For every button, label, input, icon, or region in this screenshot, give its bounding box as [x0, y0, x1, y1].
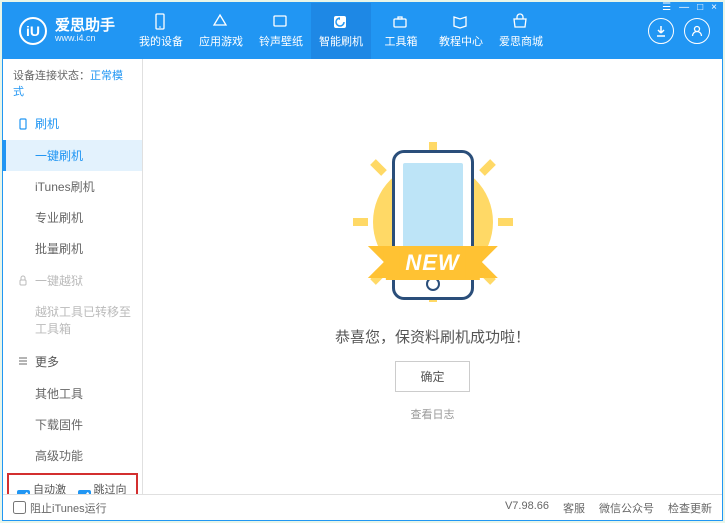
new-ribbon: NEW: [385, 246, 479, 280]
wechat-link[interactable]: 微信公众号: [599, 500, 654, 516]
main-content: NEW 恭喜您，保资料刷机成功啦！ 确定 查看日志: [143, 59, 722, 494]
jailbreak-note: 越狱工具已转移至工具箱: [3, 297, 142, 345]
phone-icon: [17, 118, 29, 130]
sidebar-item-advanced[interactable]: 高级功能: [3, 440, 142, 471]
sidebar-item-batch[interactable]: 批量刷机: [3, 233, 142, 264]
nav-tutorials[interactable]: 教程中心: [431, 3, 491, 59]
menu-icon: [17, 355, 29, 367]
nav-toolbox[interactable]: 工具箱: [371, 3, 431, 59]
nav-ringtones[interactable]: 铃声壁纸: [251, 3, 311, 59]
header: ☰ — □ × iU 爱思助手 www.i4.cn 我的设备 应用游戏 铃声壁纸…: [3, 3, 722, 59]
success-message: 恭喜您，保资料刷机成功啦！: [335, 326, 530, 347]
maximize-icon[interactable]: □: [697, 2, 703, 13]
logo-icon: iU: [19, 17, 47, 45]
ok-button[interactable]: 确定: [395, 361, 469, 392]
update-link[interactable]: 检查更新: [668, 500, 712, 516]
sidebar-item-pro[interactable]: 专业刷机: [3, 202, 142, 233]
app-name: 爱思助手: [55, 18, 115, 35]
main-nav: 我的设备 应用游戏 铃声壁纸 智能刷机 工具箱 教程中心 爱思商城: [131, 3, 636, 59]
window-controls: ☰ — □ ×: [662, 2, 717, 13]
nav-store[interactable]: 爱思商城: [491, 3, 551, 59]
apps-icon: [211, 13, 231, 31]
option-checkboxes: 自动激活 跳过向导: [7, 473, 138, 494]
toolbox-icon: [391, 13, 411, 31]
user-button[interactable]: [684, 18, 710, 44]
version-label: V7.98.66: [505, 500, 549, 516]
store-icon: [511, 13, 531, 31]
view-log-link[interactable]: 查看日志: [411, 406, 455, 422]
flash-icon: [331, 13, 351, 31]
success-illustration: NEW: [343, 132, 523, 312]
skip-guide-checkbox[interactable]: 跳过向导: [78, 481, 129, 494]
media-icon: [271, 13, 291, 31]
menu-icon[interactable]: ☰: [662, 2, 671, 13]
section-jailbreak[interactable]: 一键越狱: [3, 264, 142, 297]
logo: iU 爱思助手 www.i4.cn: [3, 3, 131, 59]
sidebar-item-itunes[interactable]: iTunes刷机: [3, 171, 142, 202]
nav-my-device[interactable]: 我的设备: [131, 3, 191, 59]
minimize-icon[interactable]: —: [679, 2, 689, 13]
lock-icon: [17, 275, 29, 287]
nav-apps[interactable]: 应用游戏: [191, 3, 251, 59]
sidebar: 设备连接状态：正常模式 刷机 一键刷机 iTunes刷机 专业刷机 批量刷机 一…: [3, 59, 143, 494]
nav-flash[interactable]: 智能刷机: [311, 3, 371, 59]
section-flash[interactable]: 刷机: [3, 107, 142, 140]
sidebar-item-other[interactable]: 其他工具: [3, 378, 142, 409]
connection-status: 设备连接状态：正常模式: [3, 59, 142, 107]
block-itunes-checkbox[interactable]: 阻止iTunes运行: [13, 500, 107, 516]
section-more[interactable]: 更多: [3, 345, 142, 378]
sidebar-item-download[interactable]: 下载固件: [3, 409, 142, 440]
support-link[interactable]: 客服: [563, 500, 585, 516]
auto-activate-checkbox[interactable]: 自动激活: [17, 481, 68, 494]
app-url: www.i4.cn: [55, 34, 115, 44]
close-icon[interactable]: ×: [711, 2, 717, 13]
device-icon: [151, 13, 171, 31]
download-button[interactable]: [648, 18, 674, 44]
sidebar-item-oneclick[interactable]: 一键刷机: [3, 140, 142, 171]
footer: 阻止iTunes运行 V7.98.66 客服 微信公众号 检查更新: [3, 494, 722, 520]
book-icon: [451, 13, 471, 31]
